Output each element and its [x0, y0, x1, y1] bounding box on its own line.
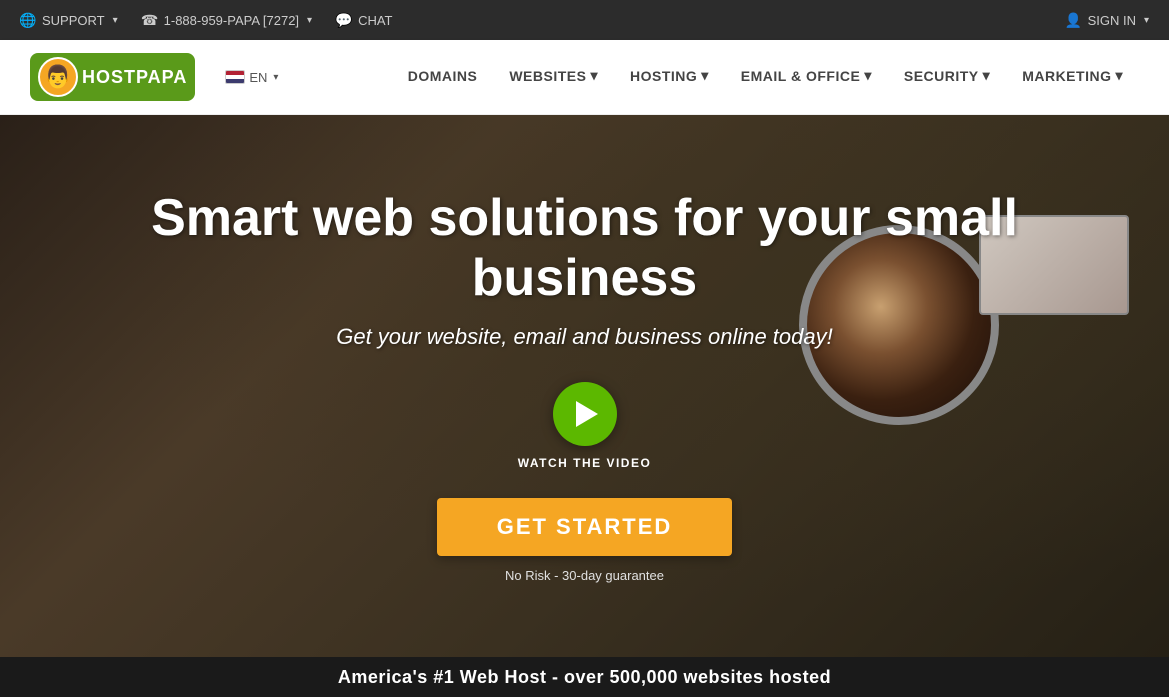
chat-label: CHAT [358, 13, 392, 28]
chat-link[interactable]: 💬 CHAT [336, 12, 392, 28]
hero-title: Smart web solutions for your small busin… [135, 189, 1035, 309]
lang-chevron: ▾ [273, 72, 278, 83]
nav-domains[interactable]: DOMAINS [392, 40, 494, 115]
logo-mascot: 👨 [38, 57, 78, 97]
chat-icon: 💬 [336, 12, 352, 28]
bottom-banner: America's #1 Web Host - over 500,000 web… [0, 657, 1169, 697]
nav-hosting[interactable]: HOSTING ▾ [614, 40, 725, 115]
top-bar-left: 🌐 SUPPORT ▾ ☎ 1-888-959-PAPA [7272] ▾ 💬 … [20, 12, 1066, 28]
support-link[interactable]: 🌐 SUPPORT ▾ [20, 12, 118, 28]
support-chevron: ▾ [113, 15, 118, 26]
play-icon [576, 401, 598, 427]
logo-box: 👨 HOSTPAPA [30, 53, 195, 101]
play-button[interactable] [553, 382, 617, 446]
nav-email-office-label: EMAIL & OFFICE [741, 68, 861, 84]
logo-link[interactable]: 👨 HOSTPAPA [30, 53, 195, 101]
nav-links: DOMAINS WEBSITES ▾ HOSTING ▾ EMAIL & OFF… [392, 40, 1139, 115]
nav-security-label: SECURITY [904, 68, 979, 84]
nav-hosting-chevron: ▾ [701, 67, 709, 84]
nav-security[interactable]: SECURITY ▾ [888, 40, 1006, 115]
logo-text: HOSTPAPA [82, 67, 187, 88]
nav-marketing-chevron: ▾ [1115, 67, 1123, 84]
video-play-wrapper[interactable]: WATCH THE VIDEO [518, 382, 652, 470]
nav-websites[interactable]: WEBSITES ▾ [493, 40, 614, 115]
phone-icon: ☎ [142, 12, 158, 28]
nav-bar: 👨 HOSTPAPA EN ▾ DOMAINS WEBSITES ▾ HOSTI… [0, 40, 1169, 115]
signin-label: SIGN IN [1088, 13, 1136, 28]
nav-email-office-chevron: ▾ [864, 67, 872, 84]
nav-websites-label: WEBSITES [509, 68, 586, 84]
signin-link[interactable]: 👤 SIGN IN ▾ [1066, 12, 1149, 28]
watch-label: WATCH THE VIDEO [518, 456, 652, 470]
hero-content: Smart web solutions for your small busin… [95, 189, 1075, 584]
support-label: SUPPORT [42, 13, 105, 28]
phone-link[interactable]: ☎ 1-888-959-PAPA [7272] ▾ [142, 12, 312, 28]
nav-hosting-label: HOSTING [630, 68, 697, 84]
nav-security-chevron: ▾ [983, 67, 991, 84]
top-bar: 🌐 SUPPORT ▾ ☎ 1-888-959-PAPA [7272] ▾ 💬 … [0, 0, 1169, 40]
guarantee-text: No Risk - 30-day guarantee [505, 568, 664, 583]
nav-domains-label: DOMAINS [408, 68, 478, 84]
get-started-button[interactable]: GET STARTED [437, 498, 733, 556]
nav-marketing[interactable]: MARKETING ▾ [1006, 40, 1139, 115]
hero-section: Smart web solutions for your small busin… [0, 115, 1169, 657]
nav-email-office[interactable]: EMAIL & OFFICE ▾ [725, 40, 888, 115]
phone-label: 1-888-959-PAPA [7272] [164, 13, 299, 28]
signin-chevron: ▾ [1144, 15, 1149, 26]
support-icon: 🌐 [20, 12, 36, 28]
lang-label: EN [249, 70, 267, 85]
user-icon: 👤 [1066, 12, 1082, 28]
lang-selector[interactable]: EN ▾ [225, 70, 278, 85]
nav-websites-chevron: ▾ [590, 67, 598, 84]
flag-icon [225, 70, 245, 84]
hero-subtitle: Get your website, email and business onl… [336, 324, 833, 350]
bottom-banner-text: America's #1 Web Host - over 500,000 web… [338, 667, 831, 688]
nav-marketing-label: MARKETING [1022, 68, 1111, 84]
phone-chevron: ▾ [307, 15, 312, 26]
